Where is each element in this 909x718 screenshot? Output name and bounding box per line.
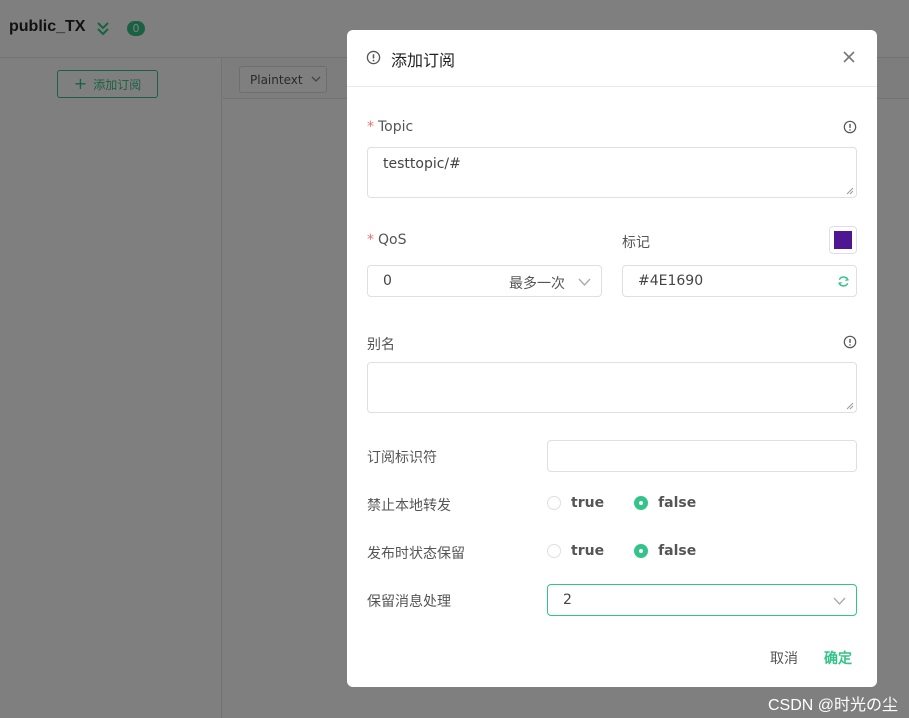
color-swatch	[834, 231, 852, 249]
alias-label: 别名	[367, 337, 395, 353]
no-local-label: 禁止本地转发	[367, 498, 451, 514]
retain-handling-label: 保留消息处理	[367, 594, 451, 610]
alias-input[interactable]	[367, 362, 857, 413]
resize-grip-icon	[846, 187, 854, 195]
topic-label-text: Topic	[378, 119, 414, 135]
color-value: #4E1690	[638, 273, 704, 289]
topic-label: * Topic	[367, 119, 413, 135]
subscription-identifier-label: 订阅标识符	[367, 450, 437, 466]
radio-circle	[547, 496, 561, 510]
alias-info-icon[interactable]	[843, 335, 857, 349]
radio-label: false	[658, 543, 697, 559]
color-input[interactable]: #4E1690	[622, 265, 857, 297]
subscription-identifier-input[interactable]	[547, 440, 857, 472]
refresh-icon[interactable]	[837, 275, 850, 288]
retain-handling-value: 2	[563, 592, 572, 608]
topic-info-icon[interactable]	[843, 120, 857, 134]
qos-description: 最多一次	[509, 276, 565, 292]
retain-as-published-true-radio[interactable]: true	[547, 543, 604, 559]
retain-as-published-radio-group: true false	[547, 543, 726, 559]
radio-label: true	[571, 495, 605, 511]
close-icon[interactable]	[840, 48, 858, 66]
retain-as-published-label: 发布时状态保留	[367, 546, 465, 562]
radio-circle	[547, 544, 561, 558]
watermark: CSDN @时光の尘	[768, 697, 899, 714]
no-local-false-radio[interactable]: false	[634, 495, 696, 511]
dialog-header: 添加订阅	[347, 30, 877, 87]
topic-input[interactable]: testtopic/#	[367, 147, 857, 198]
retain-as-published-false-radio[interactable]: false	[634, 543, 696, 559]
qos-value: 0	[383, 273, 392, 289]
info-icon	[366, 50, 381, 65]
color-label: 标记	[622, 235, 650, 251]
radio-circle-checked	[634, 544, 649, 558]
radio-label: true	[571, 543, 605, 559]
required-marker: *	[367, 232, 374, 248]
required-marker: *	[367, 119, 374, 135]
radio-circle-checked	[634, 496, 649, 510]
color-picker-button[interactable]	[829, 226, 857, 254]
qos-label-text: QoS	[378, 232, 407, 248]
no-local-true-radio[interactable]: true	[547, 495, 604, 511]
add-subscription-dialog: 添加订阅 * Topic testtopic/# * QoS 0 最多一次 标记 #…	[347, 30, 877, 687]
resize-grip-icon	[846, 402, 854, 410]
qos-label: * QoS	[367, 232, 406, 248]
dialog-title: 添加订阅	[391, 51, 456, 70]
qos-select[interactable]: 0 最多一次	[367, 265, 602, 297]
confirm-button[interactable]: 确定	[824, 648, 852, 668]
chevron-down-icon	[833, 597, 846, 605]
radio-label: false	[658, 495, 697, 511]
topic-value: testtopic/#	[383, 156, 461, 172]
cancel-button[interactable]: 取消	[770, 648, 798, 668]
chevron-down-icon	[578, 278, 591, 286]
retain-handling-select[interactable]: 2	[547, 584, 857, 616]
no-local-radio-group: true false	[547, 495, 726, 511]
